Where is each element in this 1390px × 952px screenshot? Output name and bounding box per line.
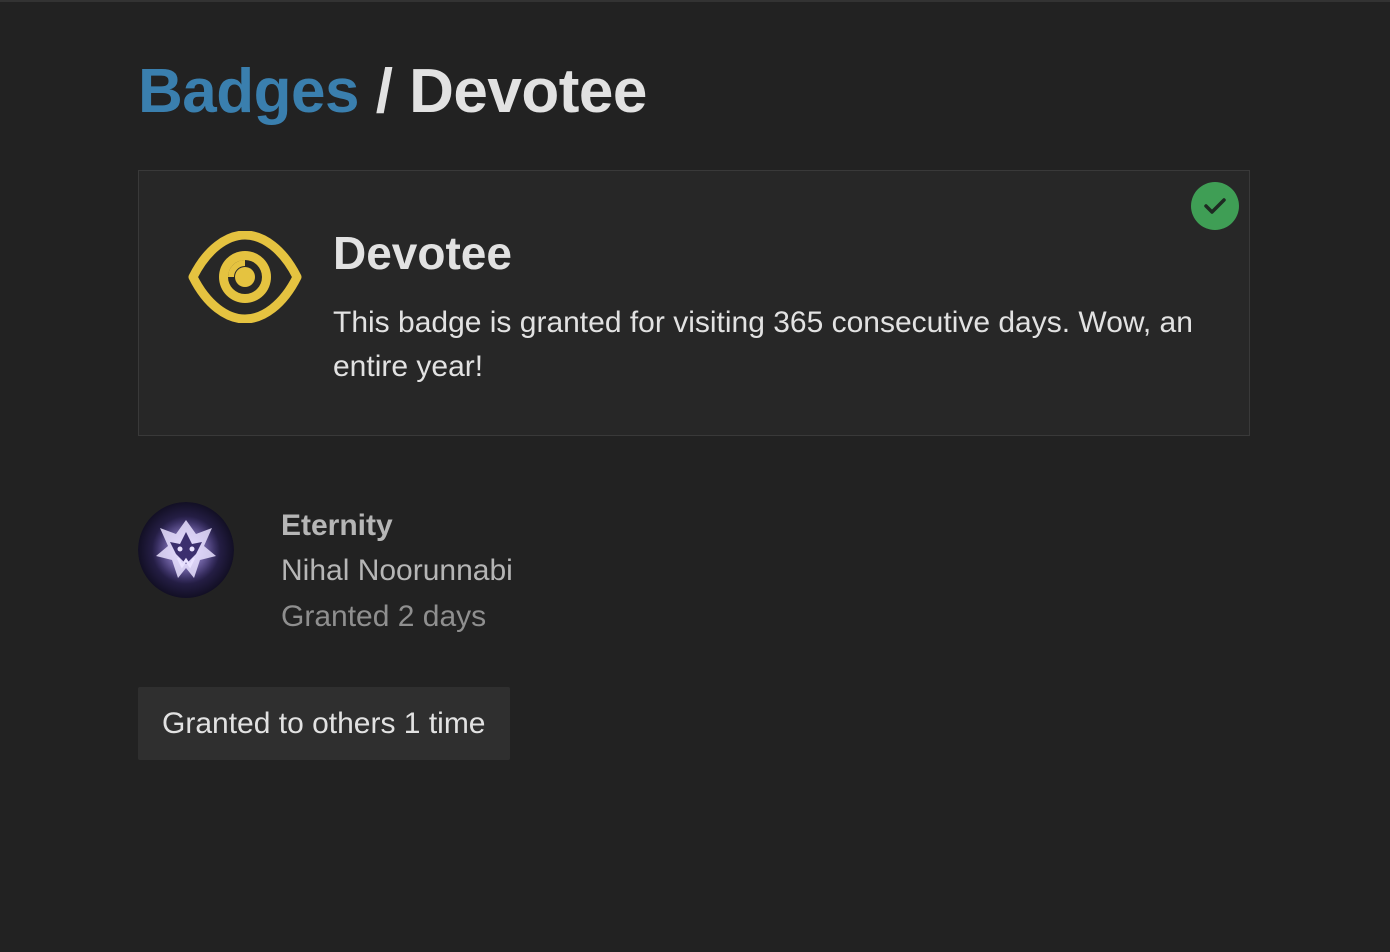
user-badge-grant: Eternity Nihal Noorunnabi Granted 2 days [138,502,738,642]
eye-icon [187,230,303,324]
granted-check-icon [1191,182,1239,230]
top-border [0,0,1390,2]
breadcrumb: Badges / Devotee [138,52,647,132]
badge-title: Devotee [333,227,512,279]
granted-date: Granted 2 days [281,600,487,633]
breadcrumb-current: Devotee [409,57,647,126]
user-title: Eternity [281,509,393,542]
avatar[interactable] [138,502,234,598]
granted-to-others-button[interactable]: Granted to others 1 time [138,687,510,760]
badge-description: This badge is granted for visiting 365 c… [333,306,1193,383]
badge-card: Devotee This badge is granted for visiti… [138,170,1250,436]
breadcrumb-badges-link[interactable]: Badges [138,57,359,126]
grant-info: Eternity Nihal Noorunnabi Granted 2 days [281,504,513,640]
breadcrumb-separator: / [358,57,410,126]
user-name-link[interactable]: Nihal Noorunnabi [281,548,513,594]
